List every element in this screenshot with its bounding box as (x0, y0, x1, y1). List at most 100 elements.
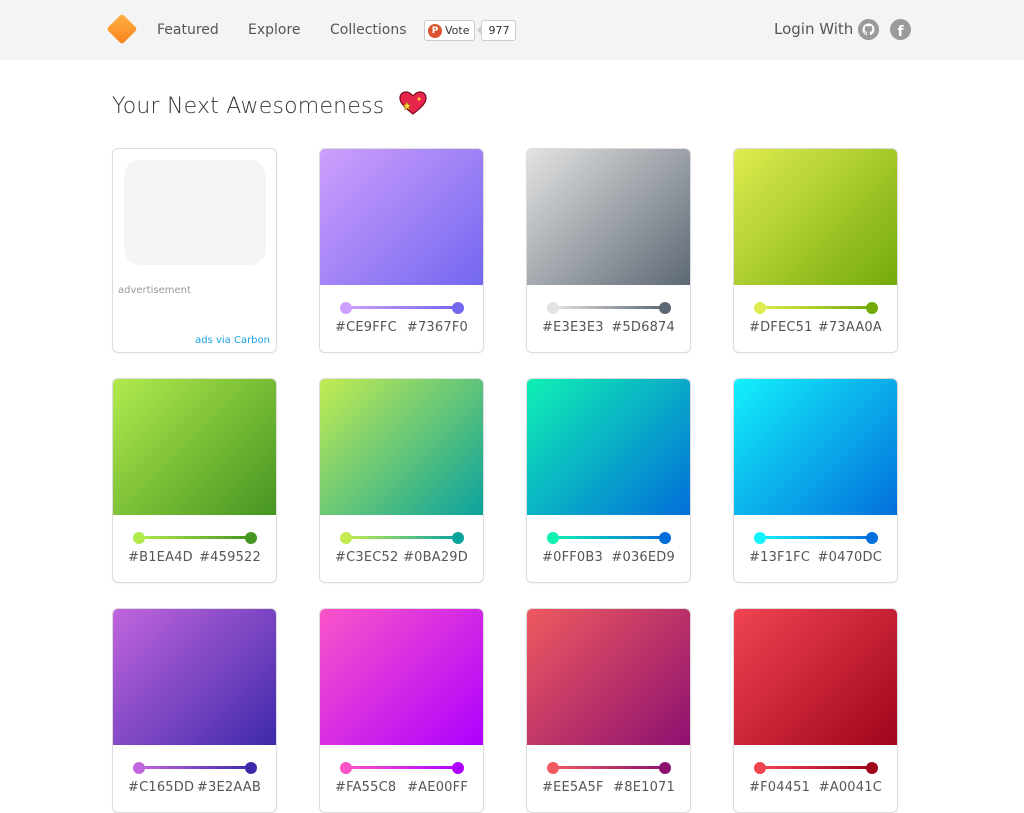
gradient-swatch[interactable] (320, 149, 483, 285)
gradient-swatch[interactable] (734, 149, 897, 285)
gradient-track (139, 536, 251, 539)
gradient-slider (547, 532, 671, 544)
end-color-code[interactable]: #0470DC (818, 550, 882, 565)
color-codes: #DFEC51 #73AA0A (749, 320, 882, 335)
end-color-code[interactable]: #3E2AAB (197, 780, 261, 795)
gradient-slider (133, 762, 257, 774)
vote-count: 977 (477, 20, 517, 41)
start-color-code[interactable]: #E3E3E3 (542, 320, 604, 335)
gradient-swatch[interactable] (113, 609, 276, 745)
end-color-dot (245, 762, 257, 774)
gradient-card[interactable]: #E3E3E3 #5D6874 (526, 148, 691, 353)
start-color-dot (133, 762, 145, 774)
color-codes: #E3E3E3 #5D6874 (542, 320, 675, 335)
end-color-code[interactable]: #5D6874 (611, 320, 675, 335)
gradient-swatch[interactable] (527, 379, 690, 515)
start-color-dot (754, 302, 766, 314)
end-color-dot (452, 302, 464, 314)
end-color-code[interactable]: #7367F0 (407, 320, 468, 335)
start-color-code[interactable]: #C3EC52 (335, 550, 398, 565)
end-color-code[interactable]: #036ED9 (611, 550, 675, 565)
gradient-slider (754, 762, 878, 774)
gradient-card[interactable]: #C3EC52 #0BA29D (319, 378, 484, 583)
color-codes: #B1EA4D #459522 (128, 550, 261, 565)
start-color-code[interactable]: #C165DD (128, 780, 194, 795)
end-color-code[interactable]: #73AA0A (818, 320, 882, 335)
end-color-code[interactable]: #8E1071 (613, 780, 675, 795)
nav-collections[interactable]: Collections (330, 22, 407, 38)
top-header: Featured Explore Collections P Vote 977 … (0, 0, 1024, 60)
github-icon[interactable] (858, 19, 879, 40)
end-color-code[interactable]: #A0041C (819, 780, 882, 795)
end-color-dot (452, 532, 464, 544)
start-color-code[interactable]: #B1EA4D (128, 550, 193, 565)
logo-icon[interactable] (106, 13, 138, 45)
gradient-slider (340, 762, 464, 774)
start-color-code[interactable]: #0FF0B3 (542, 550, 603, 565)
end-color-dot (245, 532, 257, 544)
end-color-dot (452, 762, 464, 774)
facebook-icon[interactable]: f (890, 19, 911, 40)
ad-label: advertisement (118, 285, 191, 296)
start-color-dot (547, 302, 559, 314)
gradient-card[interactable]: #F04451 #A0041C (733, 608, 898, 813)
gradient-card[interactable]: #13F1FC #0470DC (733, 378, 898, 583)
start-color-dot (340, 532, 352, 544)
gradient-card[interactable]: #0FF0B3 #036ED9 (526, 378, 691, 583)
gradient-card[interactable]: #FA55C8 #AE00FF (319, 608, 484, 813)
gradient-slider (133, 532, 257, 544)
gradient-track (553, 536, 665, 539)
gradient-card[interactable]: #DFEC51 #73AA0A (733, 148, 898, 353)
gradient-card[interactable]: #CE9FFC #7367F0 (319, 148, 484, 353)
start-color-code[interactable]: #EE5A5F (542, 780, 604, 795)
gradient-swatch[interactable] (320, 379, 483, 515)
gradient-swatch[interactable] (320, 609, 483, 745)
color-codes: #FA55C8 #AE00FF (335, 780, 468, 795)
gradient-track (760, 306, 872, 309)
color-codes: #0FF0B3 #036ED9 (542, 550, 675, 565)
end-color-dot (866, 762, 878, 774)
end-color-dot (866, 302, 878, 314)
end-color-code[interactable]: #459522 (199, 550, 261, 565)
gradient-swatch[interactable] (113, 379, 276, 515)
end-color-code[interactable]: #AE00FF (407, 780, 468, 795)
end-color-code[interactable]: #0BA29D (403, 550, 468, 565)
end-color-dot (659, 532, 671, 544)
gradient-swatch[interactable] (734, 379, 897, 515)
gradient-track (553, 306, 665, 309)
gradient-swatch[interactable] (527, 149, 690, 285)
start-color-code[interactable]: #DFEC51 (749, 320, 813, 335)
color-codes: #C3EC52 #0BA29D (335, 550, 468, 565)
ads-via-carbon-link[interactable]: ads via Carbon (195, 335, 270, 346)
gradient-slider (547, 302, 671, 314)
gradient-grid: advertisement ads via Carbon #CE9FFC #736… (112, 148, 898, 813)
gradient-swatch[interactable] (734, 609, 897, 745)
start-color-code[interactable]: #13F1FC (749, 550, 810, 565)
start-color-dot (133, 532, 145, 544)
vote-label: Vote (445, 24, 470, 37)
gradient-card[interactable]: #C165DD #3E2AAB (112, 608, 277, 813)
ad-image[interactable] (124, 160, 266, 265)
start-color-dot (340, 762, 352, 774)
start-color-dot (754, 532, 766, 544)
start-color-code[interactable]: #CE9FFC (335, 320, 397, 335)
gradient-slider (340, 532, 464, 544)
producthunt-vote-button[interactable]: P Vote (424, 20, 476, 41)
nav-explore[interactable]: Explore (248, 22, 301, 38)
nav-featured[interactable]: Featured (157, 22, 219, 38)
color-codes: #13F1FC #0470DC (749, 550, 882, 565)
gradient-slider (754, 532, 878, 544)
gradient-swatch[interactable] (527, 609, 690, 745)
gradient-card[interactable]: #EE5A5F #8E1071 (526, 608, 691, 813)
start-color-dot (547, 762, 559, 774)
end-color-dot (866, 532, 878, 544)
start-color-code[interactable]: #F04451 (749, 780, 810, 795)
color-codes: #F04451 #A0041C (749, 780, 882, 795)
login-label: Login With (774, 20, 854, 38)
gradient-card[interactable]: #B1EA4D #459522 (112, 378, 277, 583)
start-color-code[interactable]: #FA55C8 (335, 780, 396, 795)
end-color-dot (659, 762, 671, 774)
gradient-slider (754, 302, 878, 314)
gradient-track (346, 306, 458, 309)
gradient-slider (340, 302, 464, 314)
